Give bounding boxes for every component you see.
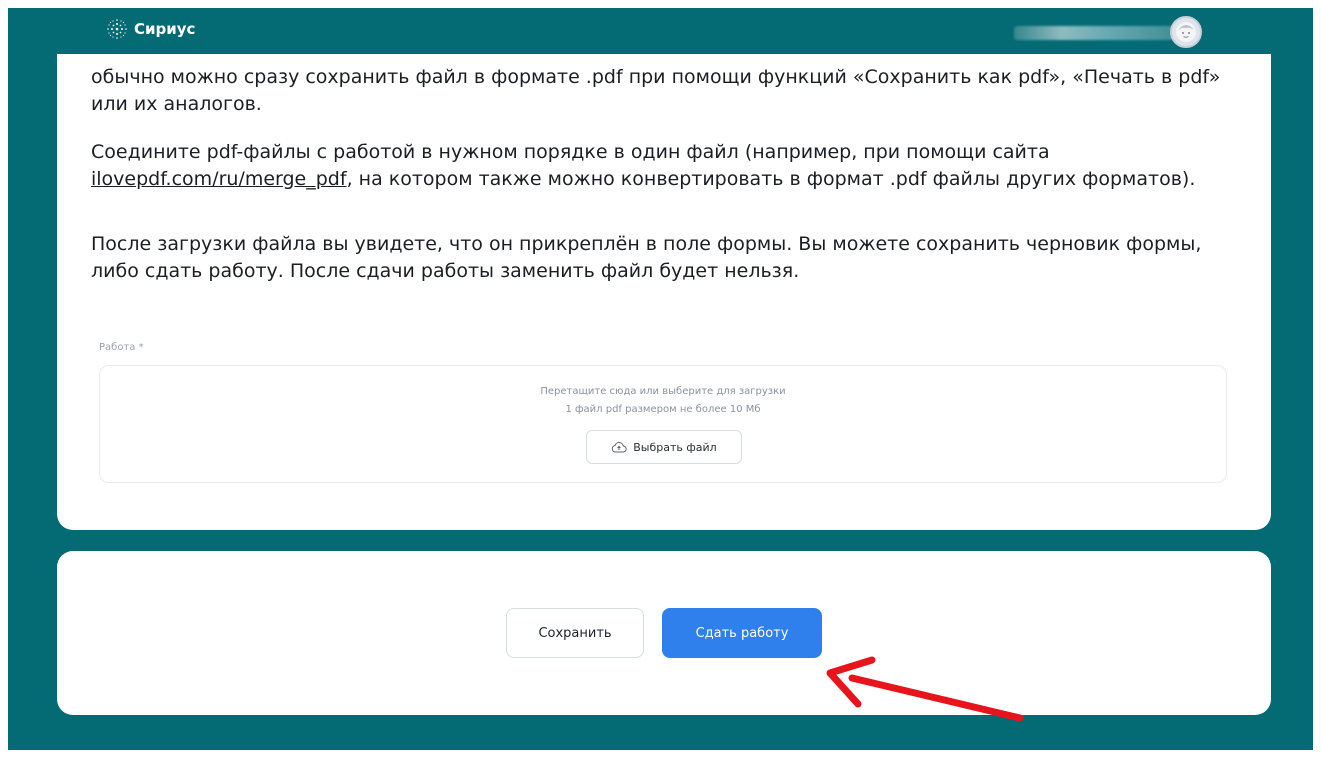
choose-file-label: Выбрать файл [633, 440, 717, 454]
paragraph-2-text-before: Соедините pdf-файлы с работой в нужном п… [91, 141, 1050, 163]
cloud-upload-icon [612, 442, 627, 453]
submit-work-button[interactable]: Сдать работу [662, 608, 822, 658]
save-button[interactable]: Сохранить [506, 608, 644, 658]
actions-card: Сохранить Сдать работу [57, 551, 1271, 715]
instruction-paragraph-3: После загрузки файла вы увидете, что он … [91, 233, 1202, 282]
instruction-paragraph-2: Соедините pdf-файлы с работой в нужном п… [91, 139, 1241, 193]
instructions-card: обычно можно сразу сохранить файл в форм… [57, 54, 1271, 530]
dropzone-hint: Перетащите сюда или выберите для загрузк… [540, 386, 786, 397]
dropzone-limit: 1 файл pdf размером не более 10 Мб [565, 404, 761, 415]
file-dropzone[interactable]: Перетащите сюда или выберите для загрузк… [99, 365, 1227, 483]
choose-file-button[interactable]: Выбрать файл [586, 430, 742, 464]
avatar-face-icon [1176, 22, 1196, 42]
ilovepdf-link[interactable]: ilovepdf.com/ru/merge_pdf [91, 168, 347, 190]
instruction-paragraph-1: обычно можно сразу сохранить файл в форм… [91, 66, 1221, 115]
top-bar: Сириус [8, 8, 1313, 54]
page-background: Сириус обычно можно сразу сохранить файл… [8, 8, 1313, 750]
user-name-blurred[interactable] [1014, 26, 1174, 40]
user-avatar-icon[interactable] [1170, 16, 1202, 48]
paragraph-2-text-after: , на котором также можно конвертировать … [346, 168, 1196, 190]
work-field-label: Работа * [99, 342, 144, 353]
logo-text: Сириус [134, 20, 196, 38]
sirius-star-icon [107, 19, 127, 39]
logo[interactable]: Сириус [106, 18, 195, 40]
